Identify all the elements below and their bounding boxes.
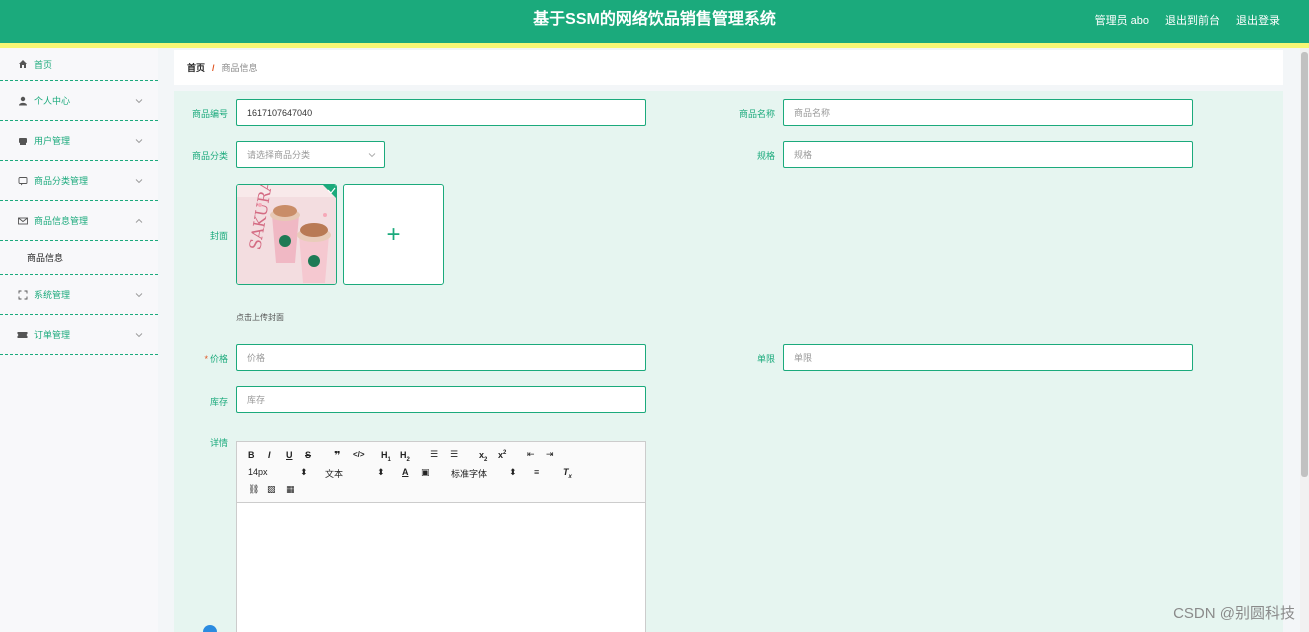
sidebar-item-label: 订单管理 [34,330,71,340]
header-stripe [0,43,1309,48]
superscript-icon[interactable]: x2 [498,450,506,460]
sidebar-item-label: 首页 [34,59,53,70]
sidebar-item-label: 用户管理 [34,136,71,146]
text-type-select[interactable]: 文本 [325,467,343,480]
category-placeholder: 请选择商品分类 [247,150,311,160]
price-label-text: 价格 [209,354,228,364]
outdent-icon[interactable]: ⇤ [527,449,535,460]
background-color-icon[interactable]: ▣ [421,467,430,478]
plus-icon: + [386,220,401,248]
price-input[interactable]: 价格 [236,344,646,371]
link-icon[interactable]: ⛓ [248,484,259,495]
users-icon [17,135,28,146]
ticket-icon [17,329,28,340]
home-icon [17,59,28,70]
mail-icon [17,215,28,226]
upload-cover-button[interactable]: + [343,184,444,285]
name-placeholder: 商品名称 [794,108,831,118]
sort-icon[interactable]: ⬍ [377,467,385,478]
header-links: 管理员 abo 退出到前台 退出登录 [1095,0,1280,40]
sidebar-item-users[interactable]: 用户管理 [0,121,158,161]
sidebar-item-profile[interactable]: 个人中心 [0,81,158,121]
italic-icon[interactable]: I [268,450,271,460]
breadcrumb: 首页 / 商品信息 [174,50,1283,85]
stock-placeholder: 库存 [247,395,266,405]
drink-image: SAKURA [237,185,336,284]
underline-icon[interactable]: U [286,450,293,460]
chevron-down-icon [135,178,143,183]
stock-input[interactable]: 库存 [236,386,646,413]
limit-placeholder: 单限 [794,353,813,363]
watermark: CSDN @别圆科技 [1173,605,1295,622]
category-select[interactable]: 请选择商品分类 [236,141,385,168]
sidebar-item-orders[interactable]: 订单管理 [0,315,158,355]
breadcrumb-home[interactable]: 首页 [187,61,205,74]
align-icon[interactable]: ≡ [534,467,539,477]
chevron-down-icon [135,98,143,103]
user-icon [17,95,28,106]
price-label: * 价格 [204,354,228,364]
logout-link[interactable]: 退出登录 [1236,12,1280,28]
fullscreen-icon [17,289,28,300]
spec-label: 规格 [756,151,775,161]
cover-label: 封面 [209,231,228,241]
heading1-icon[interactable]: H1 [381,450,391,463]
limit-input[interactable]: 单限 [783,344,1193,371]
cover-image[interactable]: SAKURA [236,184,337,285]
image-icon[interactable]: ▨ [267,484,276,495]
limit-label: 单限 [756,354,775,364]
sidebar-item-system[interactable]: 系统管理 [0,275,158,315]
price-placeholder: 价格 [247,353,266,363]
scrollbar-thumb[interactable] [1301,52,1308,477]
name-label: 商品名称 [738,109,775,119]
code-label: 商品编号 [191,109,228,119]
sidebar: 首页 个人中心 用户管理 商品分类管理 商品信息管理 商品信息 系统管理 订单管… [0,48,158,632]
font-color-icon[interactable]: A [402,467,409,477]
indent-icon[interactable]: ⇥ [546,449,554,460]
font-size-select[interactable]: 14px [248,467,268,477]
bold-icon[interactable]: B [248,450,255,460]
sidebar-subitem-goods[interactable]: 商品信息 [0,241,158,275]
code-icon[interactable]: </> [353,450,365,459]
subscript-icon[interactable]: x2 [479,450,487,463]
chevron-down-icon [135,292,143,297]
sort-icon[interactable]: ⬍ [509,467,517,478]
detail-label: 详情 [209,438,228,448]
rich-text-editor[interactable]: B I U S ❞ </> H1 H2 ☰ ☰ x2 x2 ⇤ ⇥ 14px ⬍… [236,441,646,632]
stock-label: 库存 [209,397,228,407]
chevron-down-icon [135,332,143,337]
bullet-list-icon[interactable]: ☰ [450,449,458,460]
spec-input[interactable]: 规格 [783,141,1193,168]
name-input[interactable]: 商品名称 [783,99,1193,126]
sidebar-item-home[interactable]: 首页 [0,48,158,81]
video-icon[interactable]: ▦ [286,484,295,495]
strike-icon[interactable]: S [305,450,311,460]
chevron-down-icon [368,152,376,157]
category-label: 商品分类 [191,151,228,161]
help-button[interactable] [203,625,217,632]
sort-icon[interactable]: ⬍ [300,467,308,478]
sidebar-item-category[interactable]: 商品分类管理 [0,161,158,201]
heading2-icon[interactable]: H2 [400,450,410,463]
chevron-up-icon [135,218,143,223]
spec-placeholder: 规格 [794,150,813,160]
font-family-select[interactable]: 标准字体 [451,467,487,480]
sidebar-item-label: 商品分类管理 [34,176,89,186]
admin-label: 管理员 abo [1094,15,1149,27]
exit-front-link[interactable]: 退出到前台 [1165,12,1220,28]
breadcrumb-current: 商品信息 [221,63,258,73]
quote-icon[interactable]: ❞ [334,449,340,462]
sidebar-item-label: 系统管理 [34,290,71,300]
chat-icon [17,175,28,186]
sidebar-item-label: 商品信息管理 [34,216,89,226]
clear-format-icon[interactable]: Tx [563,467,572,480]
breadcrumb-separator: / [212,62,215,73]
sidebar-item-goods-info[interactable]: 商品信息管理 [0,201,158,241]
cover-hint: 点击上传封面 [236,313,284,322]
sidebar-item-label: 个人中心 [34,96,71,106]
ordered-list-icon[interactable]: ☰ [430,449,438,460]
chevron-down-icon [135,138,143,143]
code-input[interactable]: 1617107647040 [236,99,646,126]
editor-toolbar: B I U S ❞ </> H1 H2 ☰ ☰ x2 x2 ⇤ ⇥ 14px ⬍… [237,442,645,503]
